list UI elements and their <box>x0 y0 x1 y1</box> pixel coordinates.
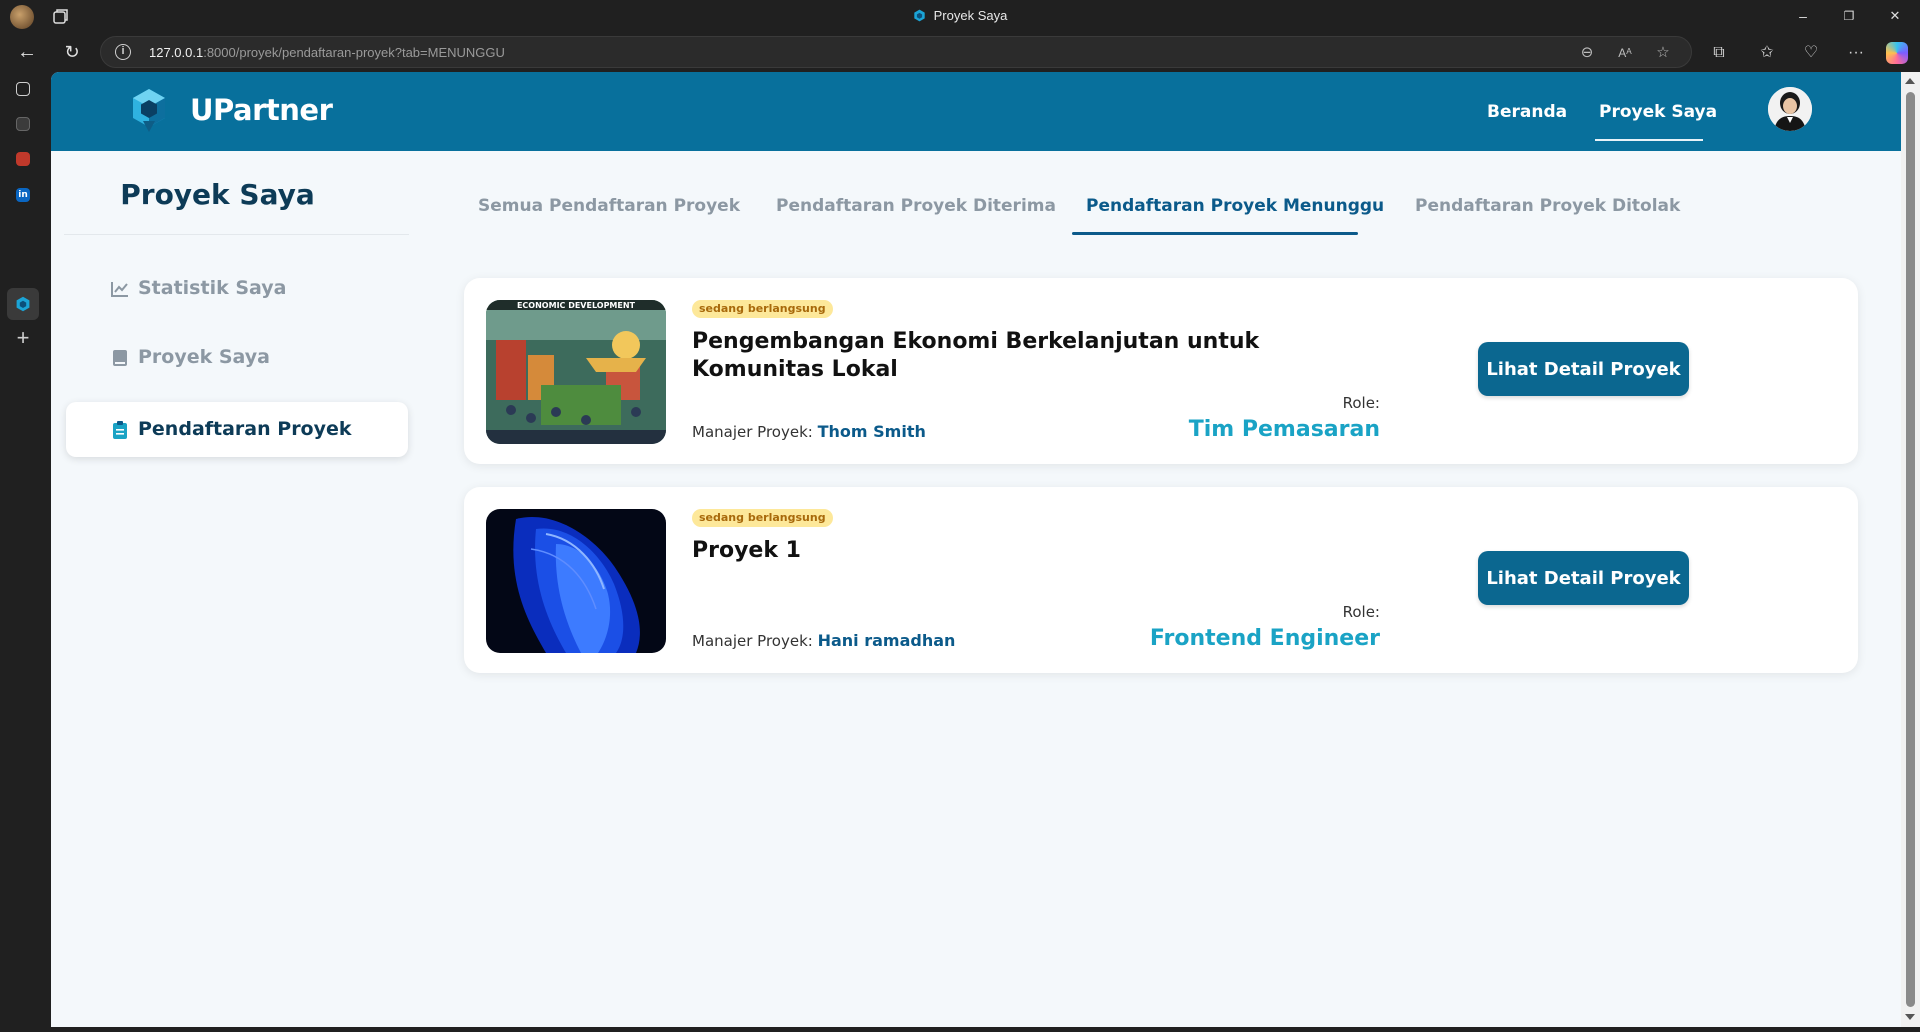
window-title-text: Proyek Saya <box>933 8 1008 23</box>
sidebar-item-label: Proyek Saya <box>138 346 270 368</box>
window-title: Proyek Saya <box>0 8 1920 23</box>
url-path: :8000/proyek/pendaftaran-proyek?tab=MENU… <box>203 45 505 60</box>
zoom-out-icon[interactable]: ⊖ <box>1577 43 1597 63</box>
scroll-up-arrow-icon[interactable] <box>1905 78 1915 84</box>
browser-title-bar: Proyek Saya – ❐ ✕ <box>0 0 1920 32</box>
sidebar-item-statistik-saya[interactable]: Statistik Saya <box>66 261 408 316</box>
sidebar-item-label: Pendaftaran Proyek <box>138 418 352 440</box>
manager-name: Thom Smith <box>817 422 926 441</box>
economic-development-illustration: ECONOMIC DEVELOPMENT <box>486 300 666 444</box>
tab-ditolak[interactable]: Pendaftaran Proyek Ditolak <box>1415 196 1680 216</box>
minimize-button[interactable]: – <box>1780 0 1826 32</box>
sidebar-title: Proyek Saya <box>120 178 315 211</box>
linkedin-icon[interactable]: in <box>16 188 30 202</box>
page-scrollbar[interactable] <box>1901 72 1920 1027</box>
project-thumbnail[interactable]: ECONOMIC DEVELOPMENT <box>486 300 666 444</box>
lihat-detail-proyek-button[interactable]: Lihat Detail Proyek <box>1478 342 1689 396</box>
chart-line-icon <box>111 282 128 297</box>
app-header: UPartner Beranda Proyek Saya <box>51 72 1901 151</box>
browser-toolbar: ← ↻ i 127.0.0.1:8000/proyek/pendaftaran-… <box>0 32 1920 72</box>
role-label: Role: <box>1342 394 1380 412</box>
refresh-icon[interactable]: ↻ <box>60 40 84 64</box>
browser-essentials-icon[interactable]: ♡ <box>1800 42 1822 64</box>
blue-abstract-illustration <box>486 509 666 653</box>
copilot-icon[interactable] <box>1886 42 1908 64</box>
favorites-icon[interactable]: ✩ <box>1756 42 1778 64</box>
tab-favicon-icon[interactable] <box>16 117 30 131</box>
new-tab-plus-icon[interactable]: + <box>13 327 33 349</box>
window-bottom-edge <box>0 1027 1920 1032</box>
sidebar-divider <box>64 234 409 235</box>
book-icon <box>113 350 127 366</box>
close-window-button[interactable]: ✕ <box>1872 0 1918 32</box>
settings-more-icon[interactable]: ··· <box>1845 42 1867 64</box>
lihat-detail-proyek-button[interactable]: Lihat Detail Proyek <box>1478 551 1689 605</box>
project-manager: Manajer Proyek: Hani ramadhan <box>692 631 955 650</box>
restore-button[interactable]: ❐ <box>1826 0 1872 32</box>
url-text[interactable]: 127.0.0.1:8000/proyek/pendaftaran-proyek… <box>149 45 505 60</box>
project-card: sedang berlangsung Proyek 1 Manajer Proy… <box>464 487 1858 673</box>
extensions-icon[interactable]: ⧉ <box>1708 42 1730 64</box>
favorite-star-icon[interactable]: ☆ <box>1653 43 1673 63</box>
scroll-down-arrow-icon[interactable] <box>1905 1014 1915 1020</box>
tab-semua-pendaftaran[interactable]: Semua Pendaftaran Proyek <box>478 196 740 216</box>
project-card: ECONOMIC DEVELOPMENT sedang berlangsung … <box>464 278 1858 464</box>
manager-name: Hani ramadhan <box>817 631 956 650</box>
user-avatar[interactable] <box>1768 87 1812 131</box>
manager-label: Manajer Proyek: <box>692 632 813 650</box>
role-value: Frontend Engineer <box>1149 626 1380 651</box>
tab-favicon-icon[interactable] <box>16 152 30 166</box>
site-favicon-icon <box>16 296 30 312</box>
status-badge: sedang berlangsung <box>692 509 833 527</box>
sidebar-item-pendaftaran-proyek[interactable]: Pendaftaran Proyek <box>66 402 408 457</box>
upartner-logo-icon[interactable] <box>132 88 166 134</box>
page-viewport: UPartner Beranda Proyek Saya Proyek Saya… <box>51 72 1901 1027</box>
user-avatar-image <box>1768 87 1812 131</box>
sidebar-item-proyek-saya[interactable]: Proyek Saya <box>66 330 408 385</box>
manager-label: Manajer Proyek: <box>692 423 813 441</box>
url-host: 127.0.0.1 <box>149 45 204 60</box>
back-arrow-icon[interactable]: ← <box>15 40 39 64</box>
address-bar[interactable]: i 127.0.0.1:8000/proyek/pendaftaran-proy… <box>100 36 1692 68</box>
status-badge: sedang berlangsung <box>692 300 833 318</box>
project-title: Pengembangan Ekonomi Berkelanjutan untuk… <box>692 329 1260 382</box>
project-title: Proyek 1 <box>692 538 801 563</box>
site-info-icon[interactable]: i <box>115 44 131 60</box>
tab-diterima[interactable]: Pendaftaran Proyek Diterima <box>776 196 1056 216</box>
active-tab-underline <box>1072 232 1358 235</box>
brand-name[interactable]: UPartner <box>190 93 333 127</box>
nav-proyek-saya[interactable]: Proyek Saya <box>1599 102 1717 122</box>
nav-beranda[interactable]: Beranda <box>1487 102 1567 122</box>
site-favicon-icon <box>913 9 925 22</box>
role-label: Role: <box>1342 603 1380 621</box>
sidebar-item-label: Statistik Saya <box>138 277 287 299</box>
read-aloud-icon[interactable]: Aᴬ <box>1615 43 1635 63</box>
nav-active-underline <box>1595 139 1703 141</box>
vertical-tab-strip: in + <box>0 72 51 1032</box>
project-manager: Manajer Proyek: Thom Smith <box>692 422 926 441</box>
thumbnail-caption: ECONOMIC DEVELOPMENT <box>517 301 636 310</box>
project-thumbnail[interactable] <box>486 509 666 653</box>
role-value: Tim Pemasaran <box>1188 417 1380 442</box>
tab-actions-icon[interactable] <box>16 82 30 96</box>
scrollbar-thumb[interactable] <box>1906 92 1915 1007</box>
tab-menunggu[interactable]: Pendaftaran Proyek Menunggu <box>1086 196 1384 216</box>
clipboard-icon <box>113 421 127 439</box>
